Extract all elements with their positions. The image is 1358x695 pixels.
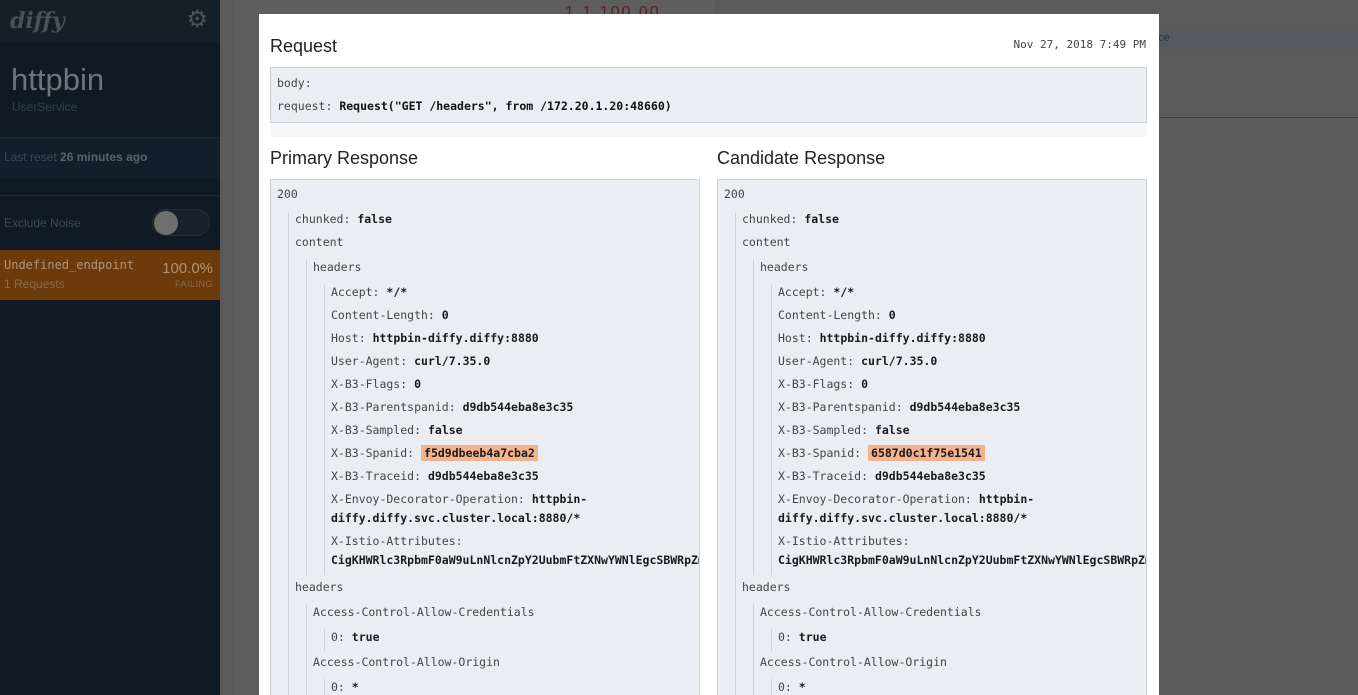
request-line-row: request: Request("GET /headers", from /1…	[277, 99, 672, 113]
tree-row: chunked: false	[295, 212, 392, 226]
tree-node-acac[interactable]: Access-Control-Allow-Credentials	[313, 603, 535, 622]
sidebar: diffy ⚙ httpbin UserService Last reset 2…	[0, 0, 220, 695]
indent-guide	[324, 284, 325, 575]
tree-row: Content-Length: 0	[778, 308, 896, 322]
exclude-noise-label: Exclude Noise	[4, 216, 81, 230]
tree-row: X-Istio-Attributes:	[331, 534, 463, 548]
toggle-knob	[154, 211, 178, 235]
status-code: 200	[277, 187, 298, 201]
tree-row: 0: *	[331, 680, 359, 694]
app-title: httpbin	[11, 62, 105, 97]
tree-row: Content-Length: 0	[331, 308, 449, 322]
indent-guide	[306, 259, 307, 575]
endpoint-status: FAILING	[174, 279, 213, 289]
section-divider	[270, 123, 1147, 137]
tree-row: X-B3-Traceid: d9db544eba8e3c35	[778, 469, 986, 483]
request-modal: Request Nov 27, 2018 7:49 PM body: reque…	[259, 14, 1159, 695]
candidate-response-title: Candidate Response	[717, 148, 886, 168]
request-title: Request	[270, 36, 338, 56]
endpoint-item-undefined[interactable]: Undefined_endpoint 1 Requests 100.0% FAI…	[0, 250, 220, 300]
tree-row: Accept: */*	[331, 285, 408, 299]
primary-response-title: Primary Response	[270, 148, 419, 168]
tree-row: Accept: */*	[778, 285, 855, 299]
tree-row: 0: *	[778, 680, 806, 694]
tree-row: X-B3-Sampled: false	[331, 423, 463, 437]
indent-guide	[306, 604, 307, 695]
sidebar-header: diffy ⚙	[0, 0, 220, 42]
request-panel: body: request: Request("GET /headers", f…	[270, 67, 1147, 123]
endpoint-request-count: 1 Requests	[4, 277, 65, 291]
tree-row: X-B3-Sampled: false	[778, 423, 910, 437]
tree-row: Host: httpbin-diffy.diffy:8880	[778, 331, 986, 345]
endpoint-failure-percent: 100.0%	[162, 260, 213, 277]
app-subtitle: UserService	[12, 100, 78, 114]
indent-guide	[753, 259, 754, 575]
tree-node-acao[interactable]: Access-Control-Allow-Origin	[313, 653, 500, 672]
candidate-response-panel[interactable]: 200 chunked: false content headers Accep…	[717, 179, 1147, 695]
tree-node-content[interactable]: content	[295, 233, 343, 252]
indent-guide	[324, 679, 325, 695]
request-key: request:	[277, 99, 333, 113]
diffy-logo[interactable]: diffy	[10, 8, 65, 34]
tree-row-wrap: CigKHWRlc3RpbmF0aW9uLnNlcnZpY2UubmFtZXNw…	[331, 553, 700, 567]
tree-row-diff: X-B3-Spanid: 6587d0c1f75e1541	[778, 444, 985, 463]
tree-row: 0: true	[331, 630, 380, 644]
tree-row: X-B3-Parentspanid: d9db544eba8e3c35	[331, 400, 574, 414]
status-code: 200	[724, 187, 745, 201]
request-value: Request("GET /headers", from /172.20.1.2…	[339, 99, 672, 113]
tree-row: X-Envoy-Decorator-Operation: httpbin-	[778, 492, 1035, 506]
tree-row: X-B3-Parentspanid: d9db544eba8e3c35	[778, 400, 1021, 414]
tree-node-headers[interactable]: headers	[295, 578, 343, 597]
tree-row-wrap: diffy.diffy.svc.cluster.local:8880/*	[331, 511, 581, 525]
tree-row: 0: true	[778, 630, 827, 644]
tree-row: X-B3-Traceid: d9db544eba8e3c35	[331, 469, 539, 483]
tree-node-headers[interactable]: headers	[760, 258, 808, 277]
indent-guide	[771, 679, 772, 695]
tree-row-wrap: diffy.diffy.svc.cluster.local:8880/*	[778, 511, 1028, 525]
tree-row: User-Agent: curl/7.35.0	[778, 354, 938, 368]
request-timestamp: Nov 27, 2018 7:49 PM	[1013, 38, 1146, 51]
tree-node-headers[interactable]: headers	[742, 578, 790, 597]
request-body-row: body:	[277, 76, 312, 90]
last-reset-label: Last reset	[4, 150, 57, 164]
tree-node-acao[interactable]: Access-Control-Allow-Origin	[760, 653, 947, 672]
exclude-noise-toggle[interactable]	[152, 209, 210, 236]
primary-response-panel[interactable]: 200 chunked: false content headers Accep…	[270, 179, 700, 695]
tree-row: User-Agent: curl/7.35.0	[331, 354, 491, 368]
indent-guide	[735, 213, 736, 695]
diff-highlight: 6587d0c1f75e1541	[868, 445, 985, 461]
tree-row-wrap: CigKHWRlc3RpbmF0aW9uLnNlcnZpY2UubmFtZXNw…	[778, 553, 1147, 567]
last-reset: Last reset 26 minutes ago	[4, 150, 147, 164]
last-reset-value: 26 minutes ago	[60, 150, 148, 164]
indent-guide	[753, 604, 754, 695]
tree-row: chunked: false	[742, 212, 839, 226]
tree-node-headers[interactable]: headers	[313, 258, 361, 277]
indent-guide	[771, 629, 772, 651]
body-key: body:	[277, 76, 312, 90]
tree-node-acac[interactable]: Access-Control-Allow-Credentials	[760, 603, 982, 622]
indent-guide	[771, 284, 772, 575]
tree-row: Host: httpbin-diffy.diffy:8880	[331, 331, 539, 345]
tree-node-content[interactable]: content	[742, 233, 790, 252]
tree-row-diff: X-B3-Spanid: f5d9dbeeb4a7cba2	[331, 444, 538, 463]
tree-row: X-Istio-Attributes:	[778, 534, 910, 548]
tree-row: X-B3-Flags: 0	[331, 377, 422, 391]
endpoint-name: Undefined_endpoint	[4, 258, 135, 272]
diff-highlight: f5d9dbeeb4a7cba2	[421, 445, 538, 461]
tree-row: X-B3-Flags: 0	[778, 377, 869, 391]
divider	[0, 195, 220, 196]
tree-row: X-Envoy-Decorator-Operation: httpbin-	[331, 492, 588, 506]
indent-guide	[324, 629, 325, 651]
gear-icon[interactable]: ⚙	[186, 7, 208, 33]
indent-guide	[288, 213, 289, 695]
